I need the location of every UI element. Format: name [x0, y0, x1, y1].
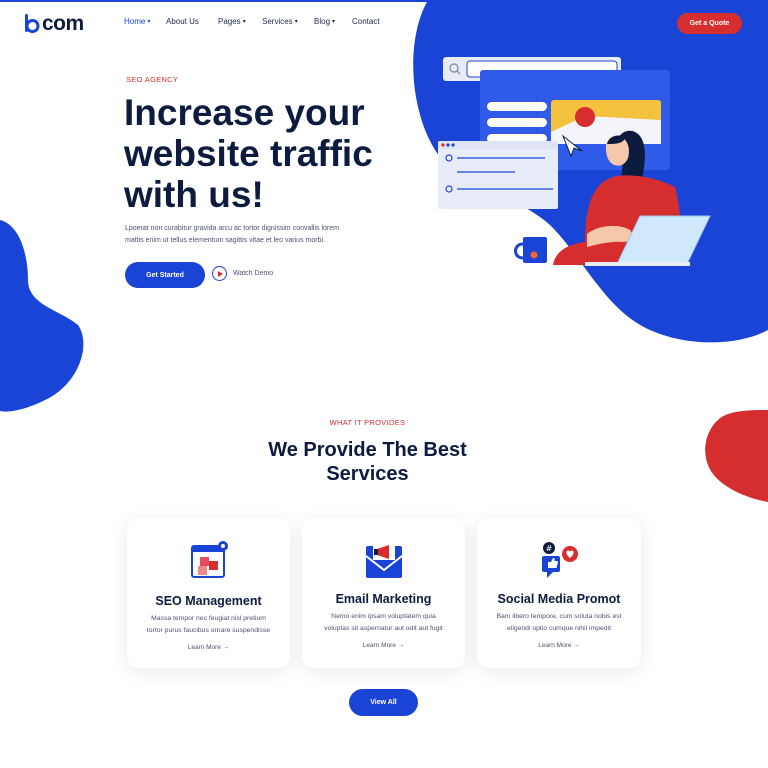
chevron-down-icon: ▾ [332, 19, 336, 25]
services-eyebrow: WHAT IT PROVIDES [329, 418, 406, 427]
email-megaphone-icon [364, 544, 403, 578]
service-card-social[interactable]: # Social Media Promot Bam libero tempore… [477, 518, 641, 668]
logo-text: com [42, 12, 84, 35]
card-text-line: Nemo enim ipsam voluptatem quia [331, 613, 436, 620]
watch-demo-link[interactable]: Watch Demo [212, 266, 273, 281]
card-title: Social Media Promot [497, 592, 621, 606]
nav-item-about-us[interactable]: About Us [166, 17, 218, 26]
illustration-browser-card [438, 141, 558, 209]
arrow-right-icon: → [573, 642, 580, 649]
services-title-line: Services [326, 463, 409, 485]
hero-title-line: website traffic [124, 133, 373, 174]
card-title: SEO Management [155, 594, 262, 608]
nav-item-home[interactable]: Home ▾ [124, 17, 166, 26]
card-text-line: voluptas sit aspernatur aut odit aut fug… [324, 625, 443, 632]
card-text-line: tortor purus faucibus ornare suspendisse [146, 627, 271, 634]
nav-item-blog[interactable]: Blog ▾ [314, 17, 352, 26]
nav-label: Home [124, 17, 146, 26]
learn-more-link[interactable]: Learn More → [477, 642, 641, 649]
get-a-quote-button[interactable]: Get a Quote [677, 13, 742, 34]
nav-label: Contact [352, 17, 380, 26]
hero-description: Lpoerat non curabitur gravida arcu ac to… [125, 223, 370, 247]
left-blue-blob [0, 220, 84, 412]
play-icon [217, 270, 223, 277]
learn-more-label: Learn More [187, 644, 221, 651]
hero-text-line: mattis enim ut tellus elementum sagittis… [125, 237, 325, 244]
nav-label: Blog [314, 17, 331, 26]
hero-illustration [438, 57, 711, 266]
hero-title-line: with us! [124, 174, 264, 215]
play-circle [212, 266, 227, 281]
services-title-line: We Provide The Best [268, 439, 467, 461]
nav-item-services[interactable]: Services ▾ [262, 17, 314, 26]
main-nav: Home ▾ About Us Pages ▾ Services ▾ Blog ▾ Co… [124, 17, 392, 26]
hero-eyebrow: SEO AGENCY [126, 75, 179, 84]
top-accent-line [0, 0, 768, 2]
services-title: We Provide The Best Services [230, 438, 505, 486]
card-text: Massa tempor nec feugiat nisl pretium to… [139, 613, 278, 637]
chevron-down-icon: ▾ [242, 19, 246, 25]
chevron-down-icon: ▾ [294, 19, 298, 25]
service-card-seo[interactable]: SEO Management Massa tempor nec feugiat … [127, 518, 290, 668]
nav-item-contact[interactable]: Contact [352, 17, 392, 26]
watch-demo-label: Watch Demo [233, 270, 274, 277]
card-text: Bam libero tempore, cum soluta nobis est… [489, 611, 629, 635]
logo-mark-icon [25, 14, 40, 33]
hero-title: Increase your website traffic with us! [124, 92, 414, 215]
nav-item-pages[interactable]: Pages ▾ [218, 17, 262, 26]
learn-more-label: Learn More [362, 642, 396, 649]
brand-logo[interactable]: com [24, 10, 84, 38]
seo-cubes-icon [190, 541, 228, 578]
learn-more-link[interactable]: Learn More → [302, 642, 465, 649]
card-title: Email Marketing [335, 592, 432, 606]
social-likes-icon: # [542, 542, 578, 578]
learn-more-label: Learn More [538, 642, 572, 649]
service-card-email[interactable]: Email Marketing Nemo enim ipsam voluptat… [302, 518, 465, 668]
card-text: Nemo enim ipsam voluptatem quia voluptas… [314, 611, 453, 635]
hero-title-line: Increase your [124, 92, 365, 133]
hero-text-line: Lpoerat non curabitur gravida arcu ac to… [125, 225, 339, 232]
card-text-line: eligendi optio cumque nihil impedit [507, 625, 611, 632]
card-text-line: Massa tempor nec feugiat nisl pretium [151, 615, 266, 622]
nav-label: About Us [166, 17, 199, 26]
learn-more-link[interactable]: Learn More → [127, 644, 290, 651]
arrow-right-icon: → [397, 642, 405, 649]
illustration-mug [523, 237, 547, 263]
svg-text:#: # [546, 544, 553, 553]
chevron-down-icon: ▾ [147, 19, 151, 25]
nav-label: Pages [218, 17, 241, 26]
get-started-button[interactable]: Get Started [125, 262, 205, 288]
view-all-button[interactable]: View All [349, 689, 418, 716]
arrow-right-icon: → [222, 644, 230, 651]
nav-label: Services [262, 17, 293, 26]
card-text-line: Bam libero tempore, cum soluta nobis est [496, 613, 622, 620]
